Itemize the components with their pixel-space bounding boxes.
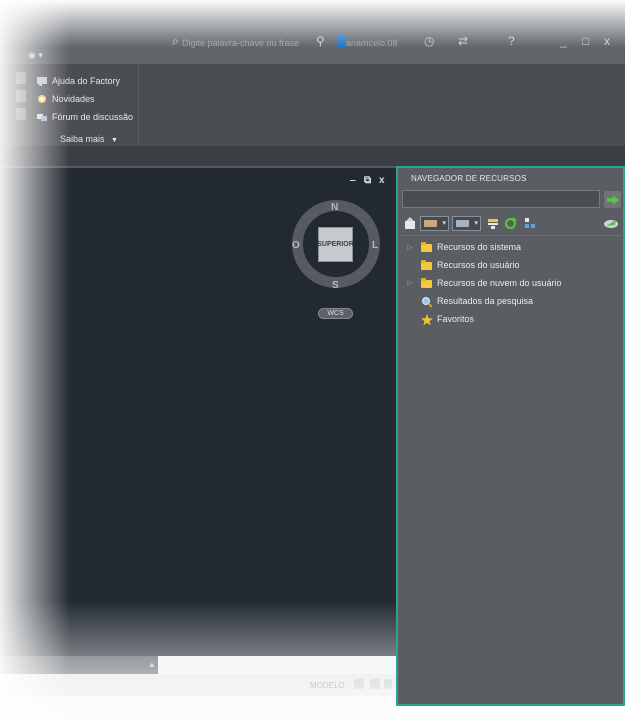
title-bar: ◉ ▾ ⌕ Digite palavra-chave ou frase ⚲ 👤 … — [0, 0, 635, 64]
star-icon — [421, 313, 433, 325]
search-keyword-field[interactable]: Digite palavra-chave ou frase — [182, 38, 299, 48]
tree-item-recursos-usuario[interactable]: Recursos do usuário — [402, 256, 621, 273]
novidades-button[interactable]: Novidades — [36, 91, 95, 107]
compass-south-label[interactable]: S — [332, 280, 339, 291]
ajuda-factory-label: Ajuda do Factory — [52, 76, 121, 86]
resource-navigator-panel: NAVEGADOR DE RECURSOS ▾ ▾ ▷ Recursos do … — [396, 166, 625, 706]
viewport-close-button[interactable]: x — [379, 175, 385, 186]
ribbon: Ajuda do Factory Novidades Fórum de disc… — [0, 64, 635, 146]
search-go-icon[interactable]: ⚲ — [316, 34, 325, 48]
import-button[interactable] — [404, 215, 416, 231]
application-window: ◉ ▾ ⌕ Digite palavra-chave ou frase ⚲ 👤 … — [0, 0, 635, 720]
view-mode-dropdown[interactable]: ▾ — [420, 215, 449, 231]
snap-icon[interactable] — [370, 679, 380, 689]
filter-button[interactable] — [487, 215, 499, 231]
help-icon[interactable]: ? — [508, 34, 515, 48]
minimize-window-icon[interactable]: _ — [560, 34, 567, 48]
saiba-mais-dropdown[interactable]: Saiba mais ▼ — [60, 134, 118, 144]
wcs-menu-button[interactable]: WCS — [318, 308, 353, 319]
clock-icon[interactable]: ◷ — [424, 34, 434, 48]
search-go-button[interactable] — [604, 191, 621, 208]
folder-icon — [421, 259, 433, 271]
folder-icon — [421, 277, 433, 289]
refresh-icon — [504, 216, 517, 229]
star-burst-icon — [36, 93, 48, 105]
chevron-up-icon[interactable]: ▲ — [148, 660, 156, 669]
import-icon — [405, 216, 415, 229]
settings-icon — [525, 218, 535, 228]
forum-discussao-button[interactable]: Fórum de discussão — [36, 109, 133, 125]
divider — [402, 235, 621, 236]
viewport-restore-button[interactable]: ⧉ — [364, 175, 371, 186]
compass-east-label[interactable]: L — [372, 240, 378, 251]
viewcube-face-top[interactable]: SUPERIOR — [317, 227, 354, 262]
ribbon-tool-icon[interactable] — [16, 72, 26, 84]
model-space-button[interactable]: MODELO — [310, 681, 345, 690]
resource-search-input[interactable] — [402, 190, 600, 208]
group-mode-dropdown[interactable]: ▾ — [452, 215, 481, 231]
status-bar: MODELO — [0, 674, 396, 696]
tree-item-label: Recursos do sistema — [437, 241, 522, 252]
tree-item-resultados-pesquisa[interactable]: Resultados da pesquisa — [402, 292, 621, 309]
expand-arrow-icon[interactable]: ▷ — [407, 243, 412, 251]
viewcube-face-label: SUPERIOR — [317, 241, 354, 248]
tree-item-label: Recursos do usuário — [437, 259, 520, 270]
tree-item-label: Recursos de nuvem do usuário — [437, 277, 562, 288]
settings-button[interactable] — [524, 215, 536, 231]
ribbon-divider — [138, 66, 139, 146]
saiba-mais-label: Saiba mais — [60, 134, 105, 144]
tree-item-label: Resultados da pesquisa — [437, 295, 534, 306]
refresh-button[interactable] — [504, 215, 517, 231]
maximize-window-icon[interactable]: □ — [582, 34, 589, 48]
viewport-minimize-button[interactable]: ‒ — [350, 175, 356, 186]
chevron-down-icon: ▼ — [111, 137, 118, 144]
bottom-area: ▲ MODELO — [0, 656, 396, 720]
cloud-button[interactable] — [603, 215, 619, 231]
tree-item-favoritos[interactable]: Favoritos — [402, 310, 621, 327]
document-tab-strip — [0, 146, 635, 166]
user-label[interactable]: anamcelo.08 — [346, 38, 398, 48]
page-margin — [625, 0, 635, 720]
close-window-icon[interactable]: x — [604, 34, 610, 48]
expand-arrow-icon[interactable]: ▷ — [407, 279, 412, 287]
forum-icon — [36, 111, 48, 123]
help-ribbon-panel: Ajuda do Factory Novidades Fórum de disc… — [32, 66, 138, 146]
ortho-icon[interactable] — [384, 679, 392, 689]
folder-icon — [421, 241, 433, 253]
ajuda-factory-button[interactable]: Ajuda do Factory — [36, 73, 120, 89]
compass-north-label[interactable]: N — [331, 202, 338, 213]
navigator-toolbar: ▾ ▾ — [402, 213, 621, 233]
group-mode-dropdown-icon: ▾ — [452, 215, 481, 231]
arrow-right-icon — [606, 194, 619, 205]
grid-icon[interactable] — [354, 679, 364, 689]
wcs-label: WCS — [327, 310, 344, 317]
tree-item-label: Favoritos — [437, 313, 475, 324]
search-results-icon — [421, 295, 433, 308]
novidades-label: Novidades — [52, 94, 95, 104]
tree-item-recursos-nuvem[interactable]: ▷ Recursos de nuvem do usuário — [402, 274, 621, 291]
binoculars-icon: ⌕ — [172, 34, 179, 48]
exchange-icon[interactable]: ⇄ — [458, 34, 468, 48]
drawing-viewport[interactable]: ‒ ⧉ x N S O L SUPERIOR WCS — [0, 168, 396, 656]
help-book-icon — [36, 75, 48, 87]
view-mode-dropdown-icon: ▾ — [420, 215, 449, 231]
ribbon-tool-icon[interactable] — [16, 108, 26, 120]
cloud-icon — [604, 220, 618, 228]
panel-title: NAVEGADOR DE RECURSOS — [411, 174, 527, 183]
compass-west-label[interactable]: O — [292, 240, 300, 251]
filter-icon — [488, 219, 498, 229]
forum-discussao-label: Fórum de discussão — [52, 112, 134, 122]
command-line[interactable]: ▲ — [0, 656, 158, 674]
tree-item-recursos-sistema[interactable]: ▷ Recursos do sistema — [402, 238, 621, 255]
quick-access-icon[interactable]: ◉ ▾ — [28, 50, 43, 61]
ribbon-tool-icon[interactable] — [16, 90, 26, 102]
